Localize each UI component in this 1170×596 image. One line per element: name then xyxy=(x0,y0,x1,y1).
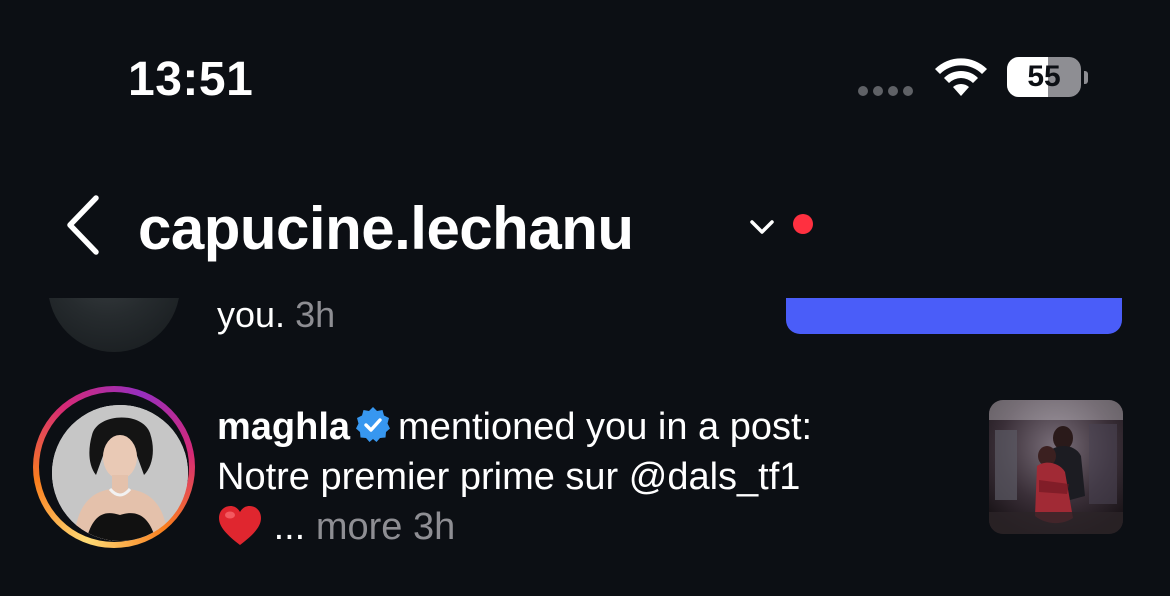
verified-badge-icon xyxy=(356,407,391,442)
cellular-signal-icon xyxy=(858,86,913,96)
notification-text[interactable]: maghla mentioned you in a post: Notre pr… xyxy=(217,402,957,552)
caption-ellipsis: ... xyxy=(273,506,306,548)
account-name[interactable]: capucine.lechanu xyxy=(138,194,634,264)
notification-caption: Notre premier prime sur @dals_tf1 xyxy=(217,456,801,498)
previous-notification-tail: you. xyxy=(217,298,286,335)
header: capucine.lechanu xyxy=(0,180,1170,280)
wifi-icon xyxy=(935,58,987,96)
avatar[interactable] xyxy=(52,405,188,541)
previous-notification-time: 3h xyxy=(295,298,336,335)
status-time: 13:51 xyxy=(128,53,254,106)
more-link[interactable]: more xyxy=(316,506,403,548)
previous-notification-action-button[interactable] xyxy=(786,298,1122,334)
previous-notification-text[interactable]: you. 3h xyxy=(217,298,335,336)
post-thumbnail[interactable] xyxy=(989,400,1123,534)
notification-action: mentioned you in a post: xyxy=(398,406,813,448)
battery-level: 55 xyxy=(1027,60,1061,93)
status-bar: 13:51 55 xyxy=(0,0,1170,140)
story-ring[interactable] xyxy=(33,386,195,548)
notification-username[interactable]: maghla xyxy=(217,406,350,448)
back-chevron-icon[interactable] xyxy=(58,192,106,258)
notification-time: 3h xyxy=(412,506,456,548)
chevron-down-icon[interactable] xyxy=(747,212,777,242)
notification-list[interactable]: you. 3h maghla mentioned you in a post: … xyxy=(0,298,1170,596)
battery-indicator: 55 xyxy=(1007,57,1088,99)
unread-indicator-dot xyxy=(793,214,813,234)
heart-emoji-icon xyxy=(219,506,261,545)
previous-notification-avatar[interactable] xyxy=(48,298,180,352)
